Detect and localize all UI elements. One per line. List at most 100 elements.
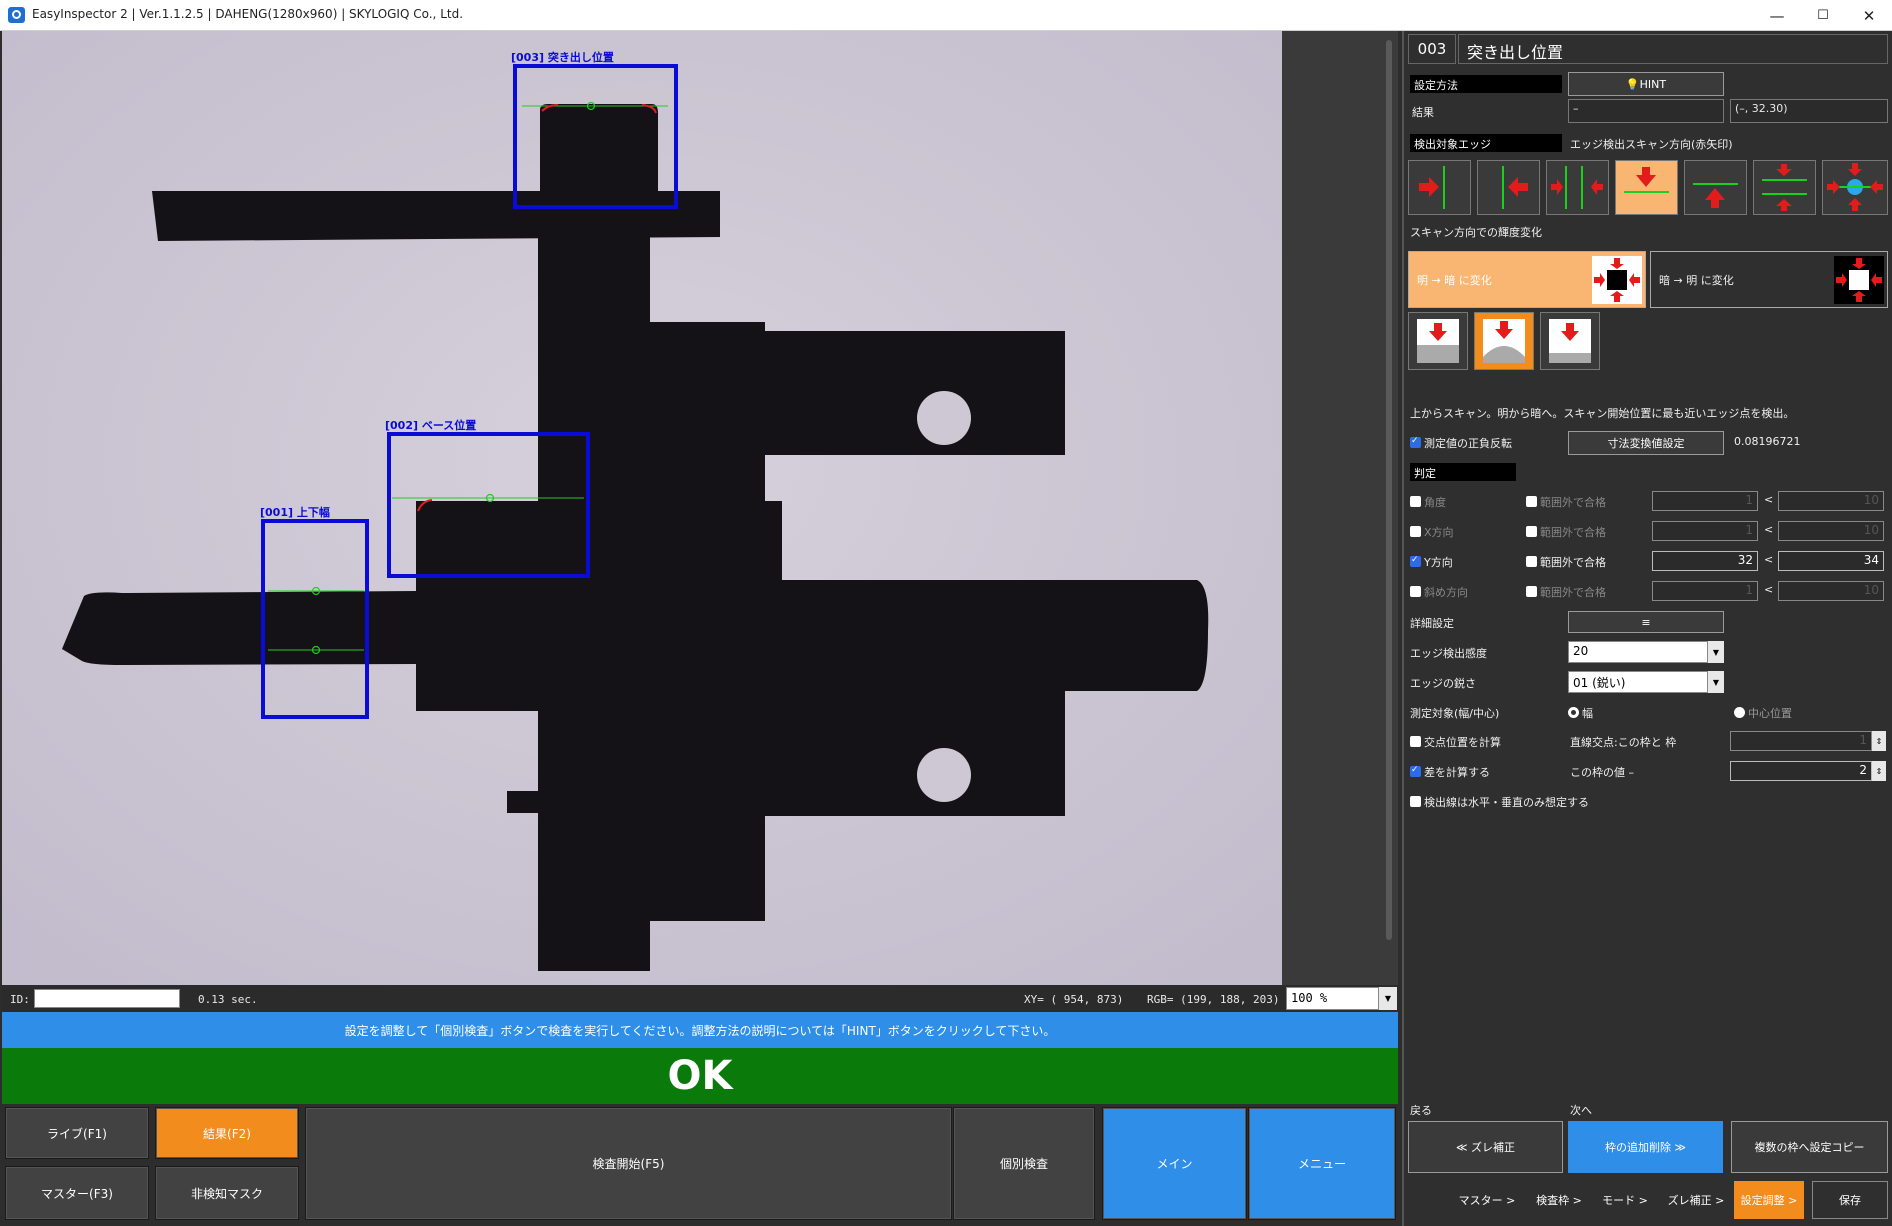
back-to-shift-correction-button[interactable]: ≪ ズレ補正 [1408,1121,1563,1173]
y-max-input[interactable]: 34 [1778,551,1884,571]
light-to-dark-icon [1592,256,1642,304]
scan-outside-in-vertical-button[interactable] [1753,160,1816,215]
arrow-left-to-edge-icon [1502,166,1528,209]
x-outside-pass-checkbox[interactable] [1526,526,1537,537]
angle-max-input[interactable]: 10 [1778,491,1884,511]
roi-id: 003 [1408,34,1456,64]
diagonal-checkbox[interactable] [1410,586,1421,597]
intersection-spinner-icon[interactable]: ⇕ [1872,731,1886,751]
arrow-up-to-edge-icon [1693,183,1738,208]
dark-to-light-button[interactable]: 暗 → 明 に変化 [1650,251,1888,308]
save-button[interactable]: 保存 [1812,1181,1888,1219]
id-input[interactable] [34,989,180,1008]
y-min-input[interactable]: 32 [1652,551,1758,571]
edge-sharpness-select[interactable]: 01 (鋭い) [1568,671,1708,693]
start-inspection-button[interactable]: 検査開始(F5) [305,1107,952,1220]
hv-only-checkbox[interactable] [1410,796,1421,807]
menu-button[interactable]: メニュー [1248,1107,1396,1220]
angle-lt: < [1764,493,1774,506]
edge-point-nearest-button[interactable] [1474,312,1534,370]
nav-mode[interactable]: モード > [1594,1181,1656,1219]
x-min-input[interactable]: 1 [1652,521,1758,541]
angle-checkbox[interactable] [1410,496,1421,507]
edge-point-first-button[interactable] [1408,312,1468,370]
detail-settings-button[interactable]: ≡ [1568,611,1724,633]
copy-settings-button[interactable]: 複数の枠へ設定コピー [1731,1121,1888,1173]
main-button[interactable]: メイン [1102,1107,1247,1220]
scan-left-to-right-button[interactable] [1408,160,1471,215]
edge-sensitivity-select[interactable]: 20 [1568,641,1708,663]
angle-outside-pass-label: 範囲外で合格 [1540,496,1606,509]
nav-shift-correction[interactable]: ズレ補正 > [1660,1181,1732,1219]
x-direction-label: X方向 [1424,526,1454,539]
measure-target-label: 測定対象(幅/中心) [1410,707,1500,720]
y-lt: < [1764,553,1774,566]
y-outside-pass-checkbox[interactable] [1526,556,1537,567]
diagonal-max-input[interactable]: 10 [1778,581,1884,601]
measure-width-radio[interactable] [1568,707,1579,718]
arrow-down-to-edge-icon [1624,167,1669,193]
roi-001-box[interactable] [261,519,369,719]
line-intersection-label: 直線交点:この枠と 枠 [1570,736,1677,749]
scan-all-directions-button[interactable] [1822,160,1888,215]
nav-master[interactable]: マスター > [1450,1181,1524,1219]
edge-point-last-button[interactable] [1540,312,1600,370]
difference-frame-input[interactable]: 2 [1730,761,1872,781]
zoom-dropdown-icon[interactable]: ▼ [1379,987,1397,1010]
zoom-select[interactable]: 100 % [1286,987,1379,1010]
dimension-convert-button[interactable]: 寸法変換値設定 [1568,431,1724,455]
nav-settings-adjust[interactable]: 設定調整 > [1734,1181,1804,1219]
hint-button[interactable]: 💡 HINT [1568,72,1724,96]
intersection-frame-input[interactable]: 1 [1730,731,1872,751]
calc-difference-label: 差を計算する [1424,766,1490,779]
edge-sharpness-dropdown-icon[interactable]: ▼ [1708,671,1724,693]
window-title: EasyInspector 2 | Ver.1.1.2.5 | DAHENG(1… [32,7,464,21]
frame-value-minus-label: この枠の値 – [1570,766,1634,779]
measure-center-radio[interactable] [1734,707,1745,718]
next-label: 次へ [1570,1104,1592,1117]
scale-value: 0.08196721 [1734,435,1801,448]
arrow-right-to-edge-icon [1419,166,1445,209]
live-button[interactable]: ライブ(F1) [5,1107,149,1159]
edge-sensitivity-dropdown-icon[interactable]: ▼ [1708,641,1724,663]
diagonal-outside-pass-checkbox[interactable] [1526,586,1537,597]
scan-top-to-bottom-button[interactable] [1615,160,1678,215]
setting-method-label: 設定方法 [1410,75,1562,93]
roi-name: 突き出し位置 [1458,34,1888,64]
light-to-dark-label: 明 → 暗 に変化 [1417,274,1492,287]
nondetect-mask-button[interactable]: 非検知マスク [155,1166,299,1220]
roi-003-box[interactable] [513,64,678,209]
camera-image-viewer[interactable]: [003] 突き出し位置 [002] ベース位置 [001] 上下幅 [2,31,1282,985]
x-direction-checkbox[interactable] [1410,526,1421,537]
individual-inspection-button[interactable]: 個別検査 [953,1107,1095,1220]
viewer-scrollbar-thumb[interactable] [1386,40,1392,940]
add-remove-frame-button[interactable]: 枠の追加削除 ≫ [1568,1121,1723,1173]
difference-spinner-icon[interactable]: ⇕ [1872,761,1886,781]
diagonal-label: 斜め方向 [1424,586,1468,599]
invert-sign-checkbox[interactable] [1410,436,1421,448]
scan-outside-in-horizontal-button[interactable] [1546,160,1609,215]
calc-difference-checkbox[interactable] [1410,765,1421,777]
diagonal-min-input[interactable]: 1 [1652,581,1758,601]
roi-002-box[interactable] [387,432,590,578]
minimize-button[interactable]: — [1754,0,1800,31]
angle-min-input[interactable]: 1 [1652,491,1758,511]
id-label: ID: [10,993,30,1006]
result-button[interactable]: 結果(F2) [155,1107,299,1159]
scan-bottom-to-top-button[interactable] [1684,160,1747,215]
close-button[interactable]: ✕ [1846,0,1892,31]
master-button[interactable]: マスター(F3) [5,1166,149,1220]
light-to-dark-button[interactable]: 明 → 暗 に変化 [1408,251,1646,308]
x-lt: < [1764,523,1774,536]
nav-inspection-frame[interactable]: 検査枠 > [1524,1181,1594,1219]
y-direction-checkbox[interactable] [1410,555,1421,567]
arrows-four-directions-icon [1827,163,1883,211]
y-direction-label: Y方向 [1424,556,1453,569]
edge-sensitivity-label: エッジ検出感度 [1410,647,1487,660]
maximize-button[interactable]: ☐ [1800,0,1846,31]
arrows-both-horizontal-edges-icon [1762,164,1807,211]
angle-outside-pass-checkbox[interactable] [1526,496,1537,507]
x-max-input[interactable]: 10 [1778,521,1884,541]
calc-intersection-checkbox[interactable] [1410,736,1421,747]
scan-right-to-left-button[interactable] [1477,160,1540,215]
